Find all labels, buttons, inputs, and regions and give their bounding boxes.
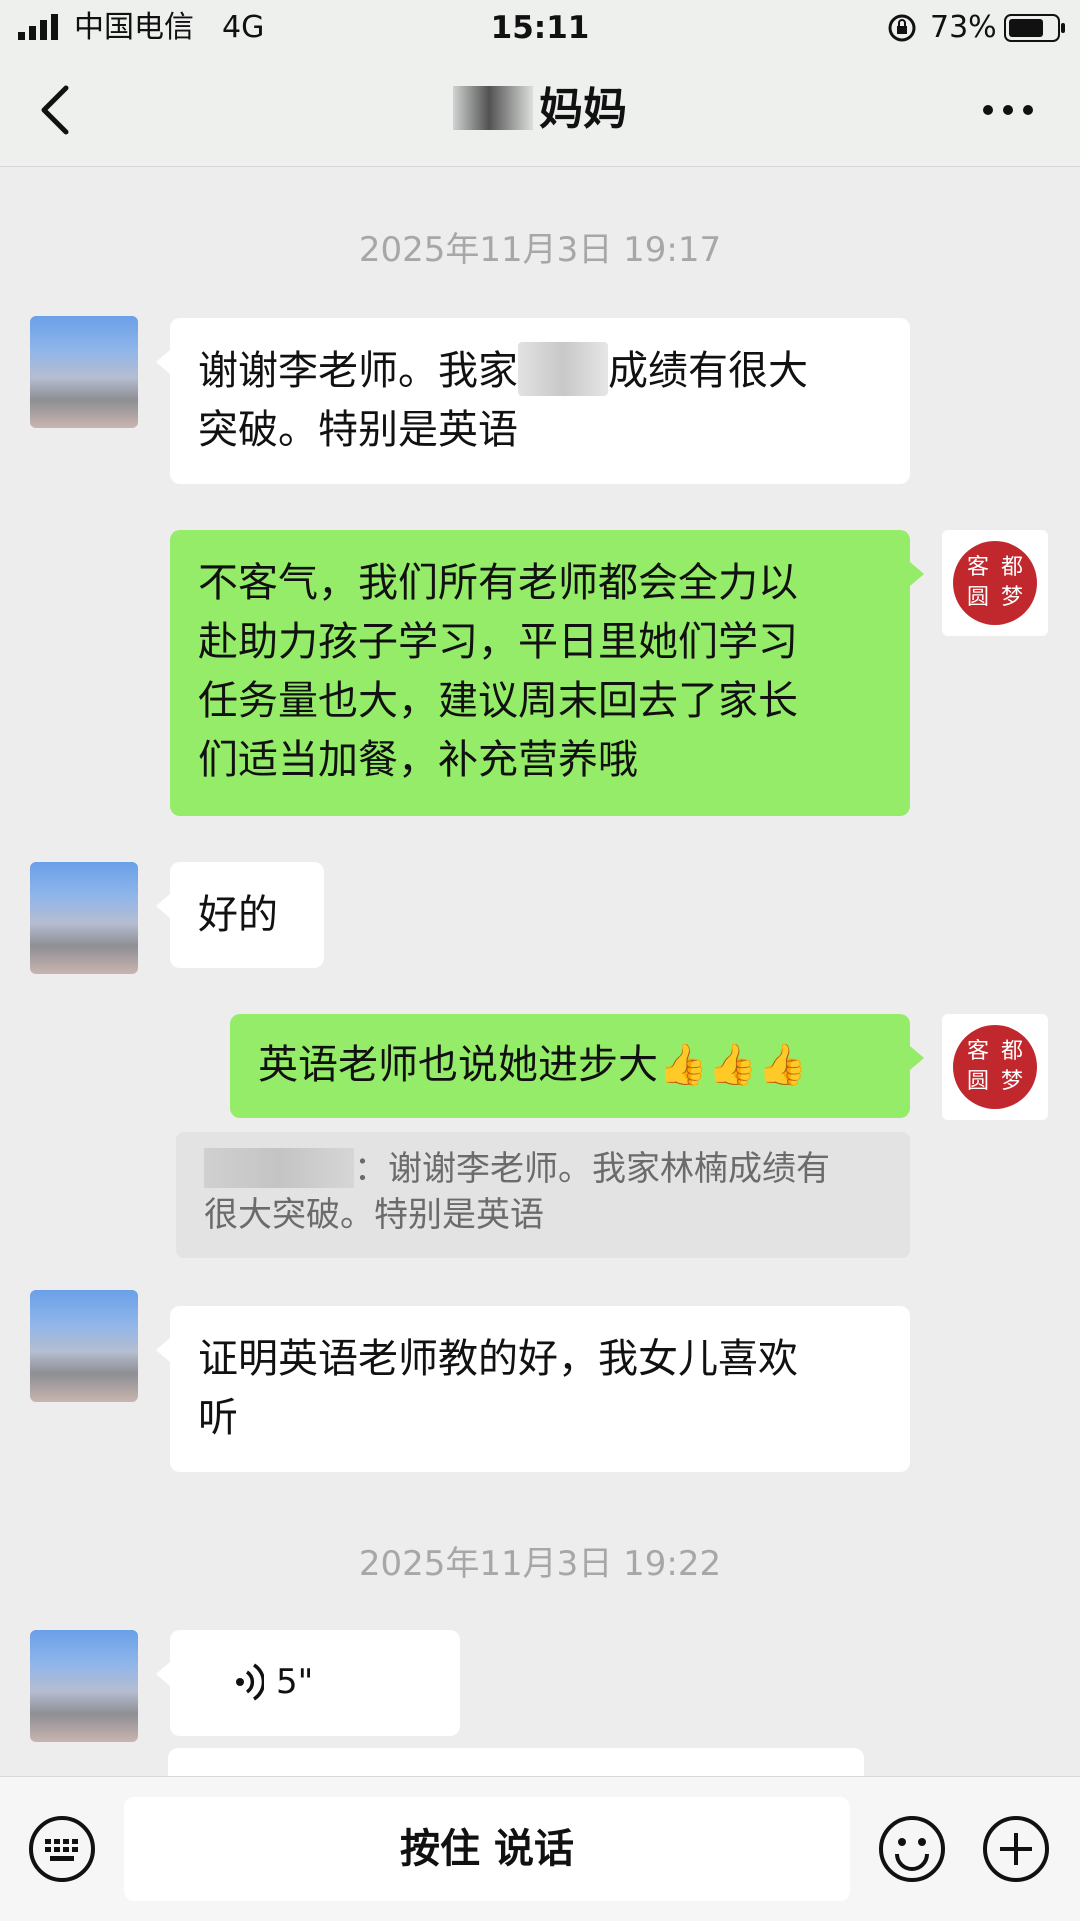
message-bubble[interactable]: 好的 <box>156 862 324 968</box>
more-dots-icon[interactable] <box>980 98 1036 122</box>
chat-title: 妈妈 <box>0 78 1080 142</box>
voice-duration: 5" <box>276 1662 314 1702</box>
seal-logo-icon: 客 都 圆 梦 <box>953 1025 1037 1109</box>
keyboard-icon[interactable] <box>28 1815 96 1883</box>
battery-percent: 73% <box>930 10 997 45</box>
svg-text:都: 都 <box>1001 555 1023 580</box>
orientation-lock-icon <box>888 14 916 42</box>
avatar[interactable]: 客 都 圆 梦 <box>942 530 1048 636</box>
avatar[interactable] <box>30 1290 138 1402</box>
input-bar: 按住 说话 <box>0 1776 1080 1921</box>
svg-text:客: 客 <box>967 555 989 580</box>
svg-text:圆: 圆 <box>967 585 989 610</box>
avatar[interactable] <box>30 1630 138 1742</box>
redacted-name <box>453 86 533 130</box>
svg-text:客: 客 <box>967 1039 989 1064</box>
voice-message[interactable]: 5" <box>156 1630 460 1736</box>
plus-circle-icon[interactable] <box>982 1815 1050 1883</box>
chat-header: 妈妈 <box>0 56 1080 167</box>
quoted-message[interactable]: ：谢谢李老师。我家林楠成绩有 很大突破。特别是英语 <box>176 1132 910 1258</box>
svg-text:圆: 圆 <box>967 1069 989 1094</box>
timestamp: 2025年11月3日 19:22 <box>358 1544 722 1584</box>
message-bubble[interactable]: 英语老师也说她进步大👍👍👍 <box>230 1014 924 1118</box>
hold-to-talk-button[interactable]: 按住 说话 <box>124 1797 850 1901</box>
message-bubble[interactable]: 证明英语老师教的好，我女儿喜欢 听 <box>156 1306 910 1472</box>
message-bubble[interactable]: 不客气，我们所有老师都会全力以 赴助力孩子学习，平日里她们学习 任务量也大，建议… <box>170 530 924 816</box>
redacted-name <box>204 1148 354 1188</box>
avatar[interactable] <box>30 316 138 428</box>
status-bar: 中国电信 4G 15:11 73% <box>0 0 1080 56</box>
message-bubble[interactable]: 谢谢李老师。我家 成绩有很大 突破。特别是英语 <box>156 318 910 484</box>
timestamp: 2025年11月3日 19:17 <box>358 230 722 270</box>
voice-wave-icon <box>236 1663 264 1701</box>
seal-logo-icon: 客 都 圆 梦 <box>953 541 1037 625</box>
svg-text:都: 都 <box>1001 1039 1023 1064</box>
avatar[interactable]: 客 都 圆 梦 <box>942 1014 1048 1120</box>
status-time: 15:11 <box>490 10 590 46</box>
avatar[interactable] <box>30 862 138 974</box>
thumbs-up-emoji: 👍👍👍 <box>658 1042 808 1088</box>
smiley-icon[interactable] <box>878 1815 946 1883</box>
redacted-name <box>518 342 608 396</box>
svg-text:梦: 梦 <box>1001 1069 1023 1094</box>
svg-text:梦: 梦 <box>1001 585 1023 610</box>
battery-icon <box>1004 14 1065 42</box>
